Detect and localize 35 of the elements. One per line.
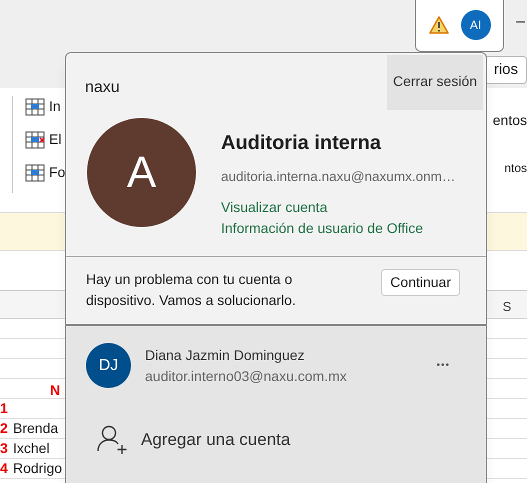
account-link[interactable]: Información de usuario de Office [221, 218, 424, 240]
account-avatar[interactable]: AI [460, 10, 491, 40]
row-number: 2 [0, 419, 9, 438]
table-cell-text: Rodrigo [13, 459, 62, 478]
account-avatar: DJ [86, 343, 131, 388]
add-person-icon [97, 425, 128, 455]
row-number: 1 [0, 399, 9, 418]
header-cell: N [50, 382, 60, 398]
ribbon-command[interactable]: In [49, 96, 61, 117]
add-account-button[interactable]: Agregar una cuenta [141, 427, 290, 453]
table-icon [25, 162, 45, 182]
warning-icon [428, 16, 449, 34]
other-account-email: auditor.interno03@naxu.com.mx [145, 366, 348, 386]
table-cell-text: Brenda [13, 419, 58, 438]
ribbon-label: entos [492, 111, 527, 130]
organization-name: naxu [85, 78, 120, 98]
account-email: auditoria.interna.naxu@naxumx.onm… [221, 168, 456, 186]
row-number: 3 [0, 439, 9, 458]
sign-out-button[interactable]: Cerrar sesión [387, 55, 483, 110]
account-link[interactable]: Visualizar cuenta [221, 197, 328, 218]
account-problem-message: Hay un problema con tu cuenta o dispositivo. Vamos a solucionarlo. [86, 270, 297, 310]
more-options-button[interactable]: ••• [436, 358, 450, 373]
ribbon-command[interactable]: El [49, 129, 62, 150]
profile-avatar: A [87, 118, 196, 227]
column-header: S [502, 298, 512, 316]
table-icon [25, 96, 45, 116]
account-name: Auditoria interna [221, 131, 382, 156]
ribbon-group-label: ntos [504, 160, 527, 177]
row-number: 4 [0, 459, 9, 478]
table-cell-text: Ixchel [13, 439, 50, 458]
table-icon [25, 130, 45, 150]
minimize-button[interactable]: – [516, 10, 525, 34]
other-account-name[interactable]: Diana Jazmin Dominguez [145, 344, 436, 366]
continue-button[interactable]: Continuar [381, 269, 460, 296]
ribbon-command[interactable]: Fo [49, 162, 66, 183]
